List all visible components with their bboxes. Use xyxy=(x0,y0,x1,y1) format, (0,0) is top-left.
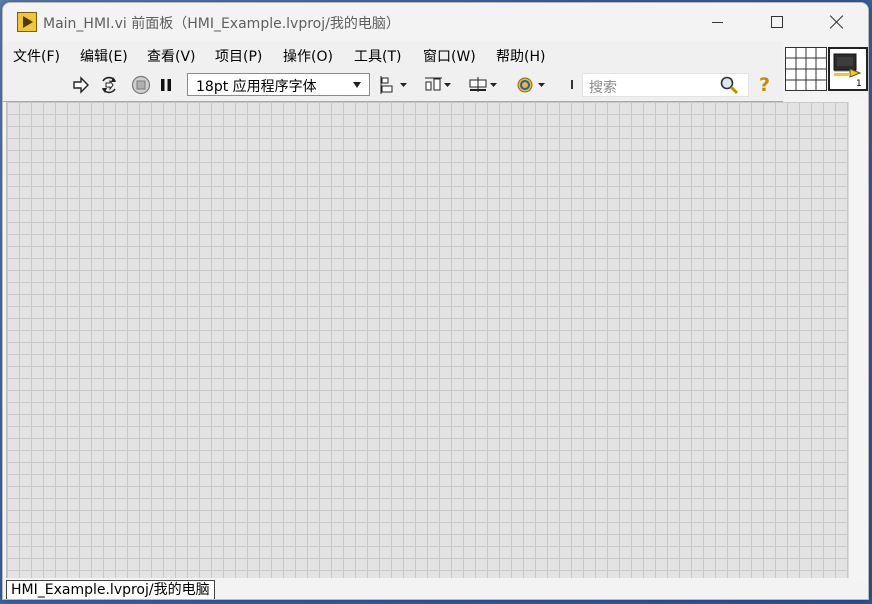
vi-icon-graphic: 1 xyxy=(833,53,862,89)
abort-icon xyxy=(131,75,151,95)
search-placeholder: 搜索 xyxy=(589,80,617,96)
run-button[interactable] xyxy=(71,73,91,97)
vertical-scrollbar[interactable] xyxy=(848,102,868,578)
distribute-objects-icon xyxy=(425,77,451,91)
title-bar[interactable]: Main_HMI.vi 前面板（HMI_Example.lvproj/我的电脑） xyxy=(3,3,868,41)
menu-file[interactable]: 文件(F) xyxy=(13,46,60,66)
search-icon[interactable] xyxy=(719,75,739,95)
distribute-objects-button[interactable] xyxy=(423,73,455,97)
menu-operate[interactable]: 操作(O) xyxy=(283,46,333,66)
labview-app-icon xyxy=(17,12,37,32)
close-button[interactable] xyxy=(807,3,867,41)
pause-icon xyxy=(161,79,171,91)
front-panel-canvas[interactable] xyxy=(6,102,849,578)
abort-button[interactable] xyxy=(130,73,152,97)
resize-objects-button[interactable] xyxy=(467,73,501,97)
menu-help[interactable]: 帮助(H) xyxy=(496,46,545,66)
project-context-label: HMI_Example.lvproj/我的电脑 xyxy=(6,580,215,599)
connector-pane-grid xyxy=(786,48,826,90)
run-arrow-icon xyxy=(73,76,89,94)
svg-text:1: 1 xyxy=(856,79,862,89)
menu-window[interactable]: 窗口(W) xyxy=(423,46,476,66)
reorder-icon xyxy=(517,77,545,93)
font-select[interactable]: 18pt 应用程序字体 xyxy=(187,73,370,96)
close-icon xyxy=(830,15,844,29)
font-select-value: 18pt 应用程序字体 xyxy=(196,79,317,95)
menu-bar: 文件(F) 编辑(E) 查看(V) 项目(P) 操作(O) 工具(T) 窗口(W… xyxy=(3,41,783,70)
run-continuously-icon xyxy=(102,76,116,94)
toolbar: 18pt 应用程序字体 搜索 ? xyxy=(3,69,783,102)
search-marker xyxy=(571,80,573,89)
minimize-button[interactable] xyxy=(687,3,747,41)
maximize-button[interactable] xyxy=(747,3,807,41)
reorder-button[interactable] xyxy=(513,73,549,97)
menu-edit[interactable]: 编辑(E) xyxy=(80,46,128,66)
pause-button[interactable] xyxy=(157,73,175,97)
menu-project[interactable]: 项目(P) xyxy=(215,46,262,66)
help-icon[interactable]: ? xyxy=(759,74,770,96)
front-panel-window: Main_HMI.vi 前面板（HMI_Example.lvproj/我的电脑）… xyxy=(2,2,869,600)
menu-view[interactable]: 查看(V) xyxy=(147,46,196,66)
connector-pane-icon[interactable] xyxy=(785,47,827,91)
chevron-down-icon xyxy=(353,82,361,88)
window-title: Main_HMI.vi 前面板（HMI_Example.lvproj/我的电脑） xyxy=(43,16,400,32)
resize-objects-icon xyxy=(469,77,497,92)
run-continuously-button[interactable] xyxy=(97,73,121,97)
minimize-icon xyxy=(711,21,723,23)
maximize-icon xyxy=(771,16,783,28)
vi-icon[interactable]: 1 xyxy=(828,47,868,91)
align-objects-button[interactable] xyxy=(379,73,411,97)
menu-tools[interactable]: 工具(T) xyxy=(354,46,401,66)
align-objects-icon xyxy=(380,76,407,94)
